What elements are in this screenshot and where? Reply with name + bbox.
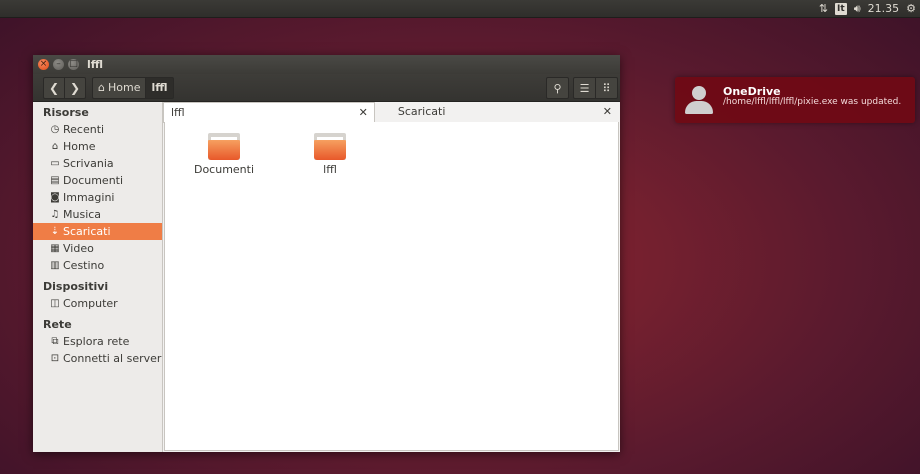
file-view[interactable]: Documenti lffl xyxy=(164,122,619,451)
window-title: lffl xyxy=(87,58,104,71)
sidebar-item-label: Documenti xyxy=(63,174,124,187)
speaker-icon[interactable]: 🔊︎ xyxy=(854,0,861,17)
music-icon: ♫ xyxy=(50,209,60,220)
search-icon: ⚲ xyxy=(553,81,562,95)
sidebar-item-label: Musica xyxy=(63,208,102,221)
sidebar-item-label: Esplora rete xyxy=(63,335,130,348)
trash-icon: ▥ xyxy=(50,260,60,271)
sidebar-heading: Dispositivi xyxy=(43,280,109,293)
sidebar-item-label: Computer xyxy=(63,297,118,310)
sidebar-item-documenti[interactable]: ▤ Documenti xyxy=(33,172,162,189)
sidebar-item-scrivania[interactable]: ▭ Scrivania xyxy=(33,155,162,172)
sidebar-item-home[interactable]: ⌂ Home xyxy=(33,138,162,155)
chevron-right-icon: ❯ xyxy=(69,80,81,95)
sidebar-item-label: Video xyxy=(63,242,94,255)
notification-bubble: OneDrive /home/lffl/lffl/lffl/pixie.exe … xyxy=(675,77,915,123)
list-view-button[interactable]: ☰ xyxy=(573,77,596,99)
drive-icon: ◫ xyxy=(50,298,60,309)
sidebar-item-label: Cestino xyxy=(63,259,105,272)
sidebar-item-esplora-rete[interactable]: ⧉ Esplora rete xyxy=(33,333,162,350)
panel-indicators: ⇅ It 🔊︎ 21.35 ⚙ xyxy=(819,0,916,17)
folder-icon xyxy=(314,133,346,160)
sidebar-heading: Risorse xyxy=(43,106,89,119)
sidebar-item-recenti[interactable]: ◷ Recenti xyxy=(33,121,162,138)
sidebar-item-label: Scrivania xyxy=(63,157,114,170)
maximize-button[interactable]: □ xyxy=(68,59,79,70)
chevron-left-icon: ❮ xyxy=(48,80,60,95)
window-titlebar[interactable]: × – □ lffl xyxy=(33,55,620,74)
camera-icon: ◙ xyxy=(50,192,60,203)
desktop-icon: ▭ xyxy=(50,158,60,169)
sidebar-item-computer[interactable]: ◫ Computer xyxy=(33,295,162,312)
maximize-icon: □ xyxy=(69,59,78,69)
file-manager-window: × – □ lffl ❮ ❯ ⌂ Home lffl ⚲ ☰ ⠿ Risorse… xyxy=(33,55,620,452)
toolbar-right: ⚲ ☰ ⠿ xyxy=(542,77,618,99)
user-avatar-icon xyxy=(684,86,714,116)
tab-label: lffl xyxy=(171,106,185,119)
tab-bar: lffl ✕ Scaricati ✕ xyxy=(163,102,618,123)
home-icon: ⌂ xyxy=(51,141,59,152)
home-icon: ⌂ xyxy=(98,81,105,94)
tab-scaricati[interactable]: Scaricati ✕ xyxy=(374,102,618,123)
close-icon[interactable]: ✕ xyxy=(359,103,368,122)
sidebar-item-video[interactable]: ▦ Video xyxy=(33,240,162,257)
sidebar-item-connetti-al-server[interactable]: ⊡ Connetti al server xyxy=(33,350,162,367)
sidebar-item-immagini[interactable]: ◙ Immagini xyxy=(33,189,162,206)
folder-icon xyxy=(208,133,240,160)
sidebar-item-label: Connetti al server xyxy=(63,352,162,365)
back-button[interactable]: ❮ xyxy=(43,76,65,99)
document-icon: ▤ xyxy=(50,175,60,186)
network-icon: ⧉ xyxy=(51,336,59,347)
minimize-icon: – xyxy=(56,59,61,69)
toolbar: ❮ ❯ ⌂ Home lffl ⚲ ☰ ⠿ xyxy=(33,74,620,102)
sidebar-item-label: Home xyxy=(63,140,96,153)
forward-button[interactable]: ❯ xyxy=(65,76,86,99)
folder-label: Documenti xyxy=(193,163,255,176)
minimize-button[interactable]: – xyxy=(53,59,64,70)
breadcrumb-home[interactable]: ⌂ Home xyxy=(92,76,147,99)
folder-item[interactable]: Documenti xyxy=(179,133,269,176)
gear-icon[interactable]: ⚙ xyxy=(906,0,916,17)
network-arrows-icon[interactable]: ⇅ xyxy=(819,0,828,17)
breadcrumb-label: lffl xyxy=(151,81,168,94)
breadcrumb-label: Home xyxy=(107,81,141,94)
notification-body: /home/lffl/lffl/lffl/pixie.exe was updat… xyxy=(723,97,902,107)
sidebar-heading: Rete xyxy=(43,318,72,331)
search-button[interactable]: ⚲ xyxy=(546,77,569,99)
list-view-icon: ☰ xyxy=(579,81,590,95)
sidebar-item-label: Immagini xyxy=(63,191,115,204)
download-icon: ⇣ xyxy=(50,226,60,237)
close-icon: × xyxy=(39,59,48,69)
sidebar-item-cestino[interactable]: ▥ Cestino xyxy=(33,257,162,274)
breadcrumb-current[interactable]: lffl xyxy=(146,76,174,99)
content-area: lffl ✕ Scaricati ✕ Documenti lffl xyxy=(163,102,620,452)
folder-label: lffl xyxy=(323,163,337,176)
sidebar-item-label: Scaricati xyxy=(63,225,111,238)
clock-icon: ◷ xyxy=(50,124,60,135)
grid-view-button[interactable]: ⠿ xyxy=(596,77,618,99)
tab-label: Scaricati xyxy=(397,105,446,118)
sidebar-item-label: Recenti xyxy=(63,123,105,136)
folder-item[interactable]: lffl xyxy=(285,133,375,176)
sidebar-item-musica[interactable]: ♫ Musica xyxy=(33,206,162,223)
grid-view-icon: ⠿ xyxy=(602,81,611,95)
sidebar: Risorse ◷ Recenti ⌂ Home ▭ Scrivania ▤ Docum… xyxy=(33,102,163,452)
keyboard-layout-indicator[interactable]: It xyxy=(835,2,847,15)
clock[interactable]: 21.35 xyxy=(868,0,900,17)
close-button[interactable]: × xyxy=(38,59,49,70)
tab-lffl[interactable]: lffl ✕ xyxy=(163,102,375,123)
sidebar-item-scaricati[interactable]: ⇣ Scaricati xyxy=(33,223,162,240)
close-icon[interactable]: ✕ xyxy=(603,102,612,121)
top-panel: ⇅ It 🔊︎ 21.35 ⚙ xyxy=(0,0,920,18)
server-icon: ⊡ xyxy=(50,353,60,364)
film-icon: ▦ xyxy=(50,243,60,254)
